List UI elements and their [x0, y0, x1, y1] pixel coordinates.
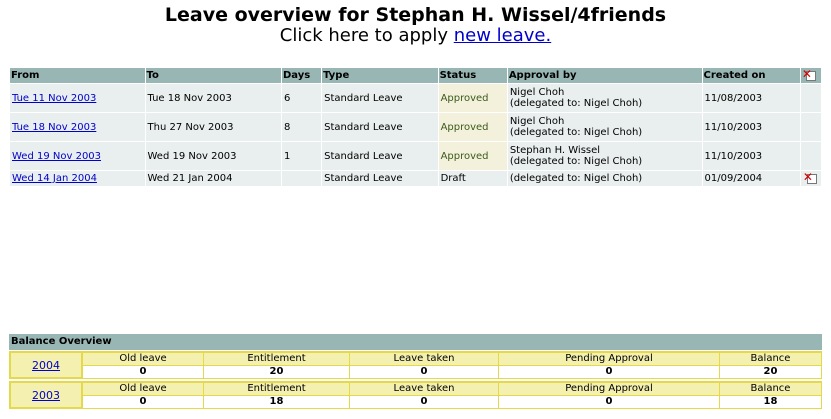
- table-row: Wed 19 Nov 2003 Wed 19 Nov 2003 1 Standa…: [10, 142, 821, 170]
- leave-created: 11/10/2003: [702, 113, 800, 141]
- delete-document-icon[interactable]: ✕: [803, 171, 817, 184]
- approver-delegate: (delegated to: Nigel Choh): [509, 156, 643, 167]
- leave-taken-value: 0: [349, 394, 499, 409]
- balance-year: 2004: [9, 351, 83, 379]
- leave-to: Tue 18 Nov 2003: [145, 84, 281, 112]
- leave-days: 6: [282, 84, 322, 112]
- balance-value: 18: [719, 394, 822, 409]
- pending-approval-value: 0: [498, 394, 720, 409]
- approver-delegate: (delegated to: Nigel Choh): [509, 127, 643, 138]
- leave-status: Draft: [438, 171, 507, 186]
- page-title: Leave overview for Stephan H. Wissel/4fr…: [164, 4, 667, 26]
- leave-approval: Nigel Choh (delegated to: Nigel Choh): [507, 113, 702, 141]
- leave-from-link[interactable]: Tue 11 Nov 2003: [12, 93, 96, 104]
- balance-row-2003: 2003 Old leave Entitlement Leave taken P…: [9, 381, 822, 409]
- leave-from-link[interactable]: Wed 14 Jan 2004: [12, 173, 97, 184]
- approver-name: Stephan H. Wissel: [509, 145, 601, 156]
- new-leave-link[interactable]: new leave.: [454, 25, 551, 46]
- col-created-on[interactable]: Created on: [702, 68, 800, 83]
- balance-year-link[interactable]: 2003: [32, 389, 60, 402]
- leave-type: Standard Leave: [322, 142, 438, 170]
- col-from[interactable]: From: [10, 68, 145, 83]
- table-header-row: From To Days Type Status Approval by Cre…: [10, 67, 821, 83]
- pending-approval-label: Pending Approval: [498, 381, 720, 396]
- pending-approval-value: 0: [498, 364, 720, 379]
- leave-type: Standard Leave: [322, 84, 438, 112]
- col-status[interactable]: Status: [438, 68, 507, 83]
- balance-year: 2003: [9, 381, 83, 409]
- leave-days: 8: [282, 113, 322, 141]
- balance-label: Balance: [719, 351, 822, 366]
- approver-name: Nigel Choh: [509, 116, 565, 127]
- col-type[interactable]: Type: [322, 68, 438, 83]
- leave-from-link[interactable]: Tue 18 Nov 2003: [12, 122, 96, 133]
- leave-action: [800, 84, 821, 112]
- leave-type: Standard Leave: [322, 113, 438, 141]
- leave-from-link[interactable]: Wed 19 Nov 2003: [12, 151, 101, 162]
- leave-taken-label: Leave taken: [349, 381, 499, 396]
- leave-status: Approved: [438, 84, 507, 112]
- leave-table: From To Days Type Status Approval by Cre…: [9, 67, 822, 187]
- approver-delegate: (delegated to: Nigel Choh): [509, 173, 643, 184]
- leave-approval: (delegated to: Nigel Choh): [507, 171, 702, 186]
- leave-type: Standard Leave: [322, 171, 438, 186]
- leave-to: Wed 19 Nov 2003: [145, 142, 281, 170]
- col-approval-by[interactable]: Approval by: [507, 68, 702, 83]
- leave-created: 11/08/2003: [702, 84, 800, 112]
- old-leave-label: Old leave: [81, 351, 204, 366]
- table-row: Wed 14 Jan 2004 Wed 21 Jan 2004 Standard…: [10, 171, 821, 186]
- col-days[interactable]: Days: [282, 68, 322, 83]
- old-leave-value: 0: [81, 394, 204, 409]
- balance-label: Balance: [719, 381, 822, 396]
- entitlement-label: Entitlement: [203, 381, 350, 396]
- leave-days: 1: [282, 142, 322, 170]
- entitlement-label: Entitlement: [203, 351, 350, 366]
- leave-created: 01/09/2004: [702, 171, 800, 186]
- leave-action: [800, 113, 821, 141]
- leave-action: [800, 142, 821, 170]
- table-row: Tue 11 Nov 2003 Tue 18 Nov 2003 6 Standa…: [10, 84, 821, 112]
- leave-taken-value: 0: [349, 364, 499, 379]
- balance-row-2004: 2004 Old leave Entitlement Leave taken P…: [9, 351, 822, 379]
- entitlement-value: 18: [203, 394, 350, 409]
- apply-line: Click here to apply new leave.: [0, 25, 831, 46]
- entitlement-value: 20: [203, 364, 350, 379]
- leave-days: [282, 171, 322, 186]
- balance-overview-title: Balance Overview: [9, 334, 822, 350]
- delete-document-icon[interactable]: ✕: [802, 67, 816, 81]
- approver-name: Nigel Choh: [509, 87, 565, 98]
- balance-year-link[interactable]: 2004: [32, 359, 60, 372]
- approver-delegate: (delegated to: Nigel Choh): [509, 98, 643, 109]
- leave-action: ✕: [800, 171, 821, 186]
- table-row: Tue 18 Nov 2003 Thu 27 Nov 2003 8 Standa…: [10, 113, 821, 141]
- leave-approval: Nigel Choh (delegated to: Nigel Choh): [507, 84, 702, 112]
- col-to[interactable]: To: [145, 68, 281, 83]
- col-delete[interactable]: ✕: [800, 67, 821, 83]
- leave-created: 11/10/2003: [702, 142, 800, 170]
- old-leave-value: 0: [81, 364, 204, 379]
- leave-approval: Stephan H. Wissel (delegated to: Nigel Ch…: [507, 142, 702, 170]
- leave-to: Thu 27 Nov 2003: [145, 113, 281, 141]
- apply-prefix: Click here to apply: [279, 25, 454, 46]
- pending-approval-label: Pending Approval: [498, 351, 720, 366]
- balance-value: 20: [719, 364, 822, 379]
- leave-status: Approved: [438, 113, 507, 141]
- old-leave-label: Old leave: [81, 381, 204, 396]
- leave-to: Wed 21 Jan 2004: [145, 171, 281, 186]
- leave-status: Approved: [438, 142, 507, 170]
- leave-taken-label: Leave taken: [349, 351, 499, 366]
